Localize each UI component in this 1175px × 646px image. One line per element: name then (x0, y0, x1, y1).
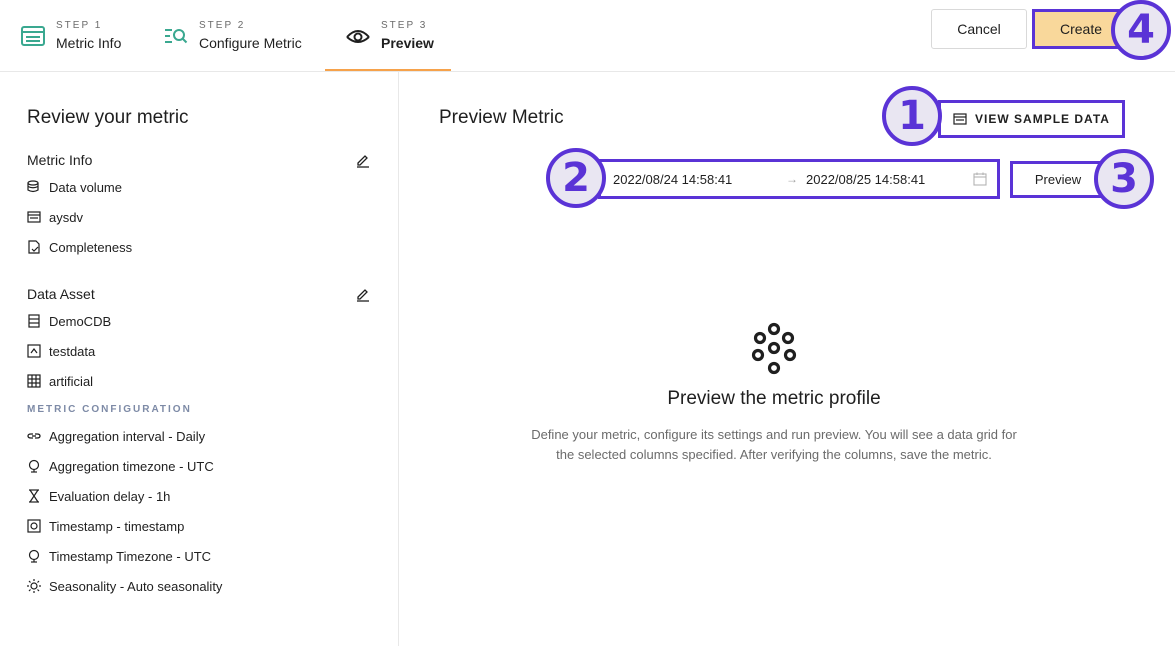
step-name: Metric Info (56, 35, 122, 51)
server-icon (27, 314, 41, 328)
list-icon (20, 23, 46, 49)
item-label: artificial (49, 373, 94, 389)
edit-metric-info-icon[interactable] (355, 152, 371, 168)
empty-state-description: Define your metric, configure its settin… (531, 427, 1017, 462)
review-panel: Review your metric Metric Info Data volu… (0, 72, 399, 646)
eye-icon (345, 23, 371, 49)
item-label: Data volume (49, 179, 122, 195)
view-sample-data-label: VIEW SAMPLE DATA (975, 112, 1110, 126)
schema-icon (27, 344, 41, 358)
metric-info-title: Metric Info (27, 152, 93, 168)
item-label: Aggregation timezone - UTC (49, 458, 214, 474)
item-label: aysdv (49, 209, 83, 225)
globe-icon (27, 459, 41, 473)
callout-badge-4: 4 (1111, 0, 1171, 60)
step-metric-info[interactable]: STEP 1 Metric Info (20, 0, 121, 72)
step-label: STEP 3 (381, 20, 428, 31)
document-check-icon (27, 240, 41, 254)
config-item: Timestamp - timestamp (27, 517, 184, 535)
cancel-button[interactable]: Cancel (931, 9, 1027, 49)
item-label: Evaluation delay - 1h (49, 488, 171, 504)
preview-button[interactable]: Preview (1010, 161, 1106, 198)
step-label: STEP 1 (56, 20, 103, 31)
view-sample-data-button[interactable]: VIEW SAMPLE DATA (938, 100, 1125, 138)
database-icon (27, 180, 41, 194)
data-asset-item: testdata (27, 342, 95, 360)
item-label: Aggregation interval - Daily (49, 428, 206, 444)
step-label: STEP 2 (199, 20, 246, 31)
metric-info-item: aysdv (27, 208, 83, 226)
data-asset-title: Data Asset (27, 286, 95, 302)
config-item: Aggregation timezone - UTC (27, 457, 214, 475)
configure-search-icon (163, 23, 189, 49)
dots-cluster-icon (751, 322, 797, 375)
config-item: Timestamp Timezone - UTC (27, 547, 211, 565)
date-range-picker[interactable]: 2022/08/24 14:58:41 → 2022/08/25 14:58:4… (598, 159, 1000, 199)
callout-badge-3: 3 (1094, 149, 1154, 209)
preview-metric-title: Preview Metric (439, 107, 564, 128)
calendar-icon[interactable] (973, 172, 987, 189)
item-label: Timestamp - timestamp (49, 518, 185, 534)
callout-badge-1: 1 (882, 86, 942, 146)
edit-data-asset-icon[interactable] (355, 286, 371, 302)
link-icon (27, 429, 41, 443)
step-name: Preview (381, 35, 434, 51)
empty-state-title: Preview the metric profile (667, 388, 881, 409)
timestamp-icon (27, 519, 41, 533)
range-end-input[interactable]: 2022/08/25 14:58:41 (806, 172, 925, 187)
item-label: Seasonality - Auto seasonality (49, 578, 223, 594)
config-item: Evaluation delay - 1h (27, 487, 170, 505)
data-asset-item: DemoCDB (27, 312, 111, 330)
metric-configuration-title: METRIC CONFIGURATION (27, 404, 192, 415)
item-label: Timestamp Timezone - UTC (49, 548, 212, 564)
item-label: testdata (49, 343, 96, 359)
config-item: Seasonality - Auto seasonality (27, 577, 222, 595)
metric-info-item: Data volume (27, 178, 122, 196)
hourglass-icon (27, 489, 41, 503)
table-icon (27, 374, 41, 388)
wizard-header: STEP 1 Metric Info STEP 2 Configure Metr… (0, 0, 1175, 72)
callout-badge-2: 2 (546, 148, 606, 208)
config-item: Aggregation interval - Daily (27, 427, 205, 445)
table-list-icon (953, 113, 967, 125)
step-preview[interactable]: STEP 3 Preview (345, 0, 434, 72)
sun-icon (27, 579, 41, 593)
range-start-input[interactable]: 2022/08/24 14:58:41 (613, 172, 732, 187)
range-separator-arrow: → (786, 172, 798, 186)
step-name: Configure Metric (199, 35, 302, 51)
metric-info-item: Completeness (27, 238, 132, 256)
list-icon (27, 210, 41, 224)
step-configure-metric[interactable]: STEP 2 Configure Metric (163, 0, 302, 72)
data-asset-item: artificial (27, 372, 93, 390)
review-title: Review your metric (27, 107, 189, 128)
globe-icon (27, 549, 41, 563)
item-label: DemoCDB (49, 313, 112, 329)
active-step-indicator (325, 69, 451, 71)
item-label: Completeness (49, 239, 133, 255)
